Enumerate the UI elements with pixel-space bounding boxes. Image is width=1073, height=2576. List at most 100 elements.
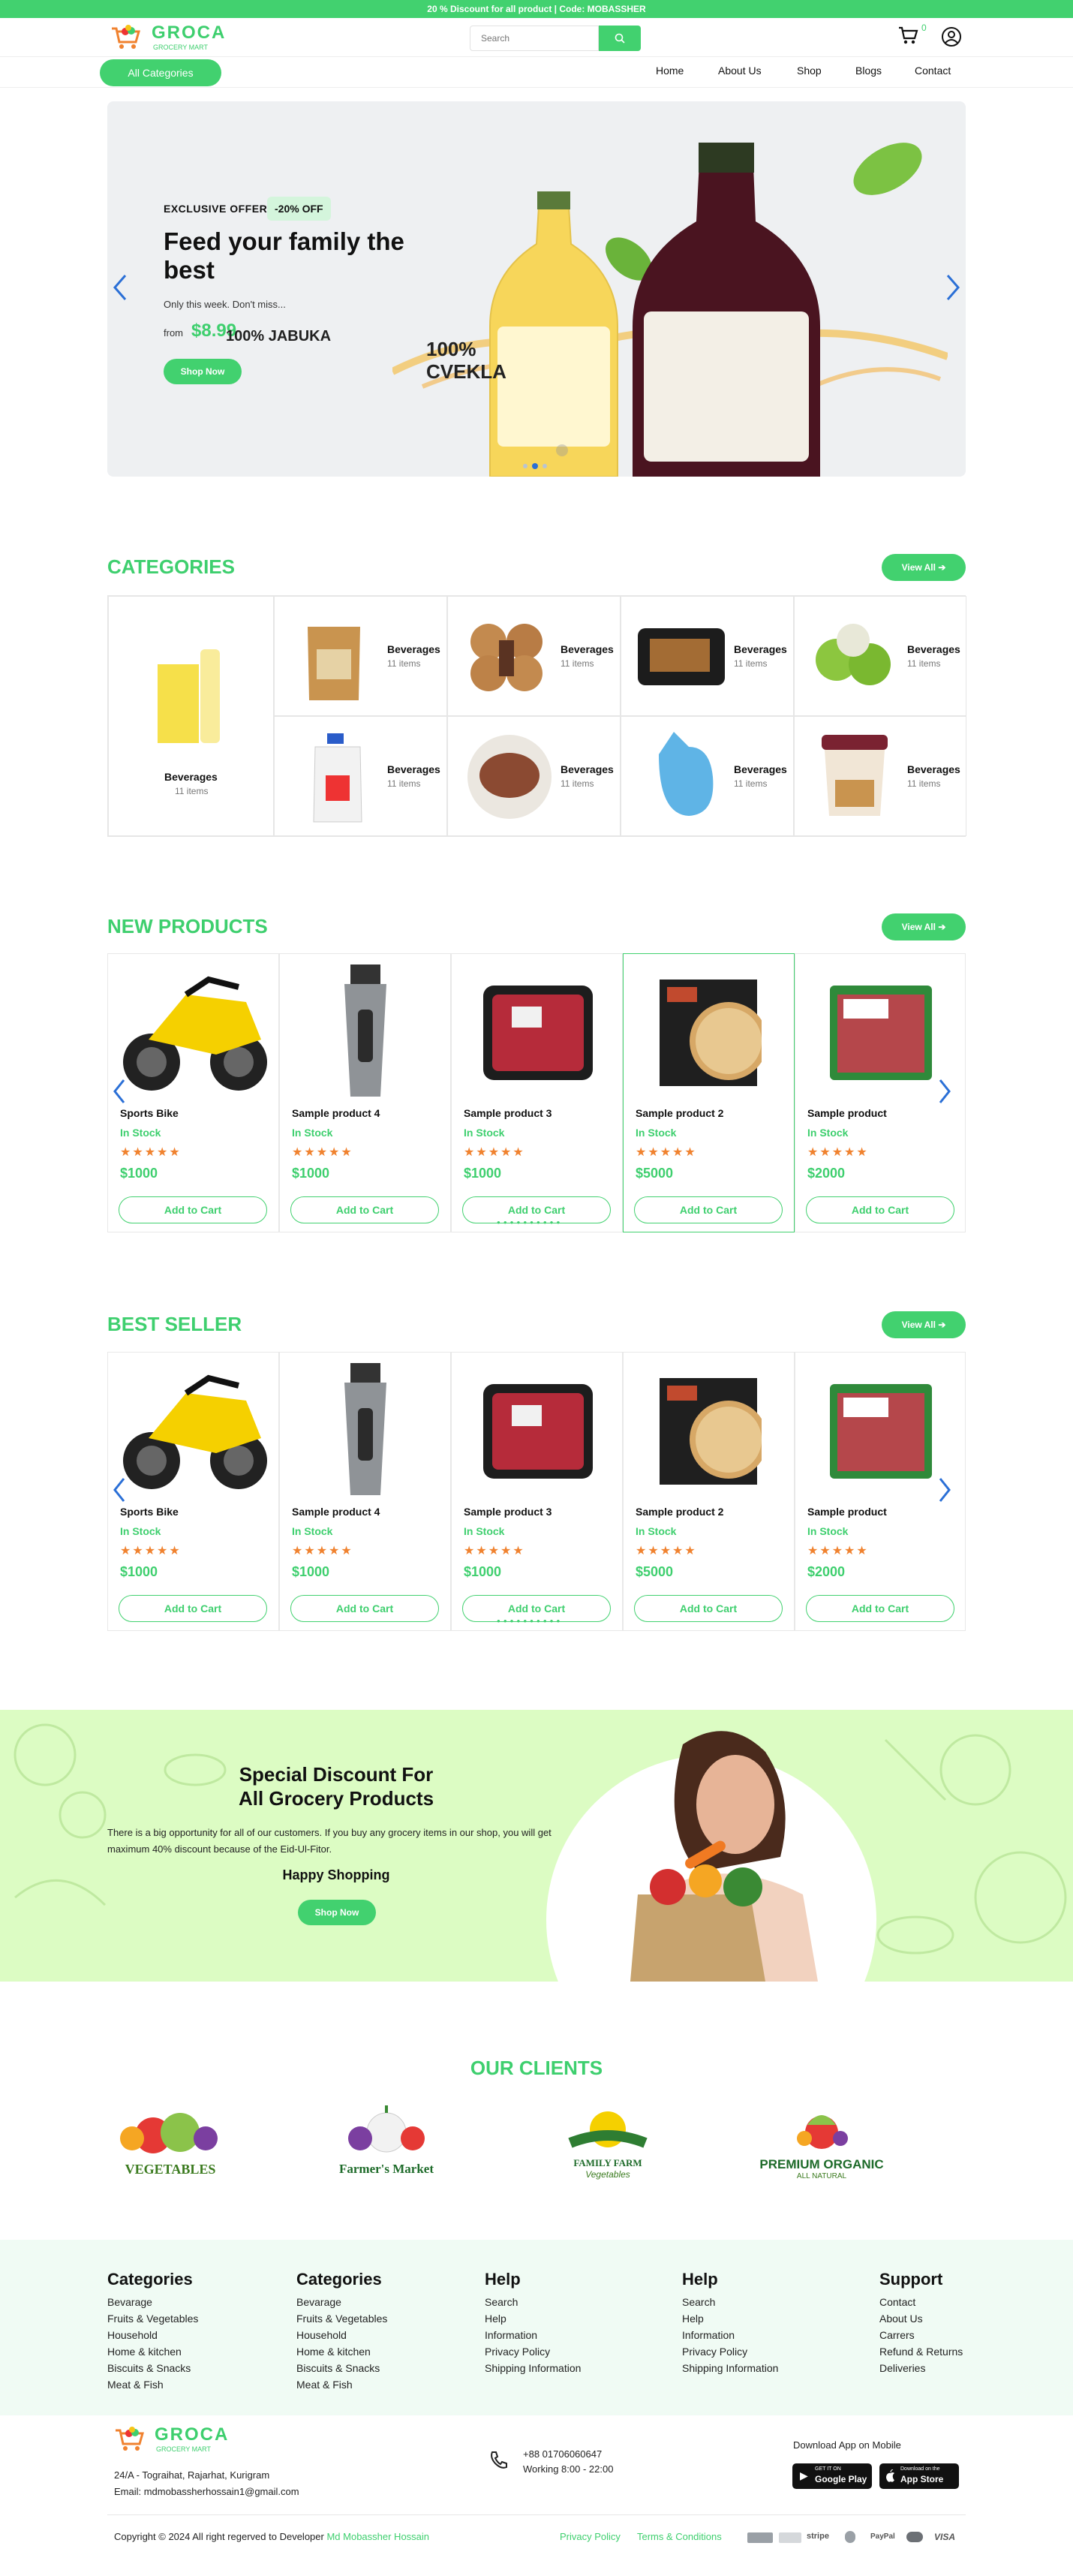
hero-discount-badge: -20% OFF bbox=[267, 197, 331, 221]
footer-link[interactable]: Carrers bbox=[879, 2327, 963, 2343]
footer-link[interactable]: Search bbox=[485, 2294, 581, 2310]
add-to-cart-button[interactable]: Add to Cart bbox=[119, 1595, 267, 1622]
footer-link[interactable]: Privacy Policy bbox=[485, 2343, 581, 2360]
account-button[interactable] bbox=[941, 26, 962, 47]
app-store-button[interactable]: Download on the App Store bbox=[879, 2463, 959, 2489]
google-play-button[interactable]: ▶ GET IT ON Google Play bbox=[792, 2463, 872, 2489]
footer-link[interactable]: Bevarage bbox=[296, 2294, 387, 2310]
category-card[interactable]: Beverages 11 items bbox=[621, 716, 794, 836]
hero-shop-now-button[interactable]: Shop Now bbox=[164, 359, 242, 384]
best-seller-next-arrow[interactable] bbox=[937, 1476, 952, 1508]
vegetables-logo-icon bbox=[120, 2113, 218, 2153]
product-name: Sample product 4 bbox=[292, 1107, 380, 1119]
product-card[interactable]: Sample product 4 In Stock ★★★★★ $1000 Ad… bbox=[279, 1352, 451, 1631]
hero-dot-active[interactable] bbox=[532, 463, 538, 469]
category-card[interactable]: Beverages 11 items bbox=[274, 596, 447, 716]
nav-home[interactable]: Home bbox=[656, 65, 684, 77]
footer-link[interactable]: Help bbox=[682, 2310, 778, 2327]
product-card[interactable]: Sample product 2 In Stock ★★★★★ $5000 Ad… bbox=[623, 1352, 795, 1631]
hero-pagination[interactable] bbox=[523, 463, 550, 469]
hero-dot[interactable] bbox=[543, 464, 547, 468]
promo-body: There is a big opportunity for all of ou… bbox=[107, 1827, 552, 1855]
terms-link[interactable]: Terms & Conditions bbox=[637, 2531, 722, 2542]
promo-shop-now-button[interactable]: Shop Now bbox=[298, 1900, 376, 1925]
footer-link[interactable]: Fruits & Vegetables bbox=[107, 2310, 198, 2327]
nav-about[interactable]: About Us bbox=[718, 65, 762, 77]
developer-link[interactable]: Md Mobassher Hossain bbox=[326, 2531, 429, 2542]
footer-link[interactable]: Contact bbox=[879, 2294, 963, 2310]
footer-link[interactable]: Meat & Fish bbox=[107, 2376, 198, 2393]
category-card-featured[interactable]: Beverages 11 items bbox=[108, 596, 274, 836]
cart-button[interactable]: 0 bbox=[897, 23, 927, 48]
new-products-view-all-button[interactable]: View All ➔ bbox=[882, 913, 966, 940]
add-to-cart-button[interactable]: Add to Cart bbox=[634, 1196, 783, 1223]
category-name: Beverages bbox=[387, 763, 440, 775]
footer-link[interactable]: Shipping Information bbox=[485, 2360, 581, 2376]
view-all-label: View All bbox=[901, 922, 936, 932]
client-logo[interactable]: PREMIUM ORGANIC ALL NATURAL bbox=[758, 2105, 885, 2188]
footer-link[interactable]: Bevarage bbox=[107, 2294, 198, 2310]
footer-link[interactable]: Deliveries bbox=[879, 2360, 963, 2376]
nav-contact[interactable]: Contact bbox=[915, 65, 951, 77]
add-to-cart-button[interactable]: Add to Cart bbox=[634, 1595, 783, 1622]
address: 24/A - Tograihat, Rajarhat, Kurigram bbox=[114, 2469, 270, 2481]
best-seller-prev-arrow[interactable] bbox=[112, 1476, 127, 1508]
hero-dot[interactable] bbox=[523, 464, 527, 468]
ground-beef-pack-image bbox=[830, 986, 932, 1080]
footer-link[interactable]: Privacy Policy bbox=[682, 2343, 778, 2360]
phone-number[interactable]: +88 01706060647 bbox=[523, 2448, 602, 2460]
footer-link[interactable]: Information bbox=[485, 2327, 581, 2343]
category-card[interactable]: Beverages 11 items bbox=[447, 716, 621, 836]
client-logo[interactable]: FAMILY FARM Vegetables bbox=[555, 2105, 660, 2188]
category-card[interactable]: Beverages 11 items bbox=[794, 596, 966, 716]
footer-link[interactable]: Refund & Returns bbox=[879, 2343, 963, 2360]
product-card[interactable]: Sample product 4 In Stock ★★★★★ $1000 Ad… bbox=[279, 953, 451, 1232]
product-card[interactable]: Sports Bike In Stock ★★★★★ $1000 Add to … bbox=[107, 1352, 279, 1631]
products-next-arrow[interactable] bbox=[937, 1078, 952, 1109]
hero-prev-arrow[interactable] bbox=[112, 272, 128, 307]
footer-link[interactable]: Information bbox=[682, 2327, 778, 2343]
footer-link[interactable]: Household bbox=[296, 2327, 387, 2343]
product-name: Sample product 3 bbox=[464, 1506, 552, 1518]
hero-next-arrow[interactable] bbox=[945, 272, 961, 307]
nav-blogs[interactable]: Blogs bbox=[855, 65, 882, 77]
best-seller-view-all-button[interactable]: View All ➔ bbox=[882, 1311, 966, 1338]
product-card[interactable]: Sports Bike In Stock ★★★★★ $1000 Add to … bbox=[107, 953, 279, 1232]
add-to-cart-button[interactable]: Add to Cart bbox=[806, 1595, 954, 1622]
footer-link[interactable]: Fruits & Vegetables bbox=[296, 2310, 387, 2327]
footer-link[interactable]: Help bbox=[485, 2310, 581, 2327]
product-card[interactable]: Sample product 3 In Stock ★★★★★ $1000 Ad… bbox=[451, 1352, 623, 1631]
category-card[interactable]: Beverages 11 items bbox=[447, 596, 621, 716]
category-card[interactable]: Beverages 11 items bbox=[274, 716, 447, 836]
search-input[interactable] bbox=[470, 26, 599, 51]
new-products-title: NEW PRODUCTS bbox=[107, 915, 268, 937]
carousel-dots[interactable]: ●●●●●●●●●● bbox=[497, 1219, 563, 1226]
all-categories-button[interactable]: All Categories bbox=[100, 59, 221, 86]
footer-link[interactable]: Search bbox=[682, 2294, 778, 2310]
client-logo[interactable]: VEGETABLES bbox=[114, 2105, 227, 2188]
add-to-cart-button[interactable]: Add to Cart bbox=[119, 1196, 267, 1223]
carousel-dots[interactable]: ●●●●●●●●●● bbox=[497, 1618, 563, 1624]
footer-link[interactable]: Home & kitchen bbox=[296, 2343, 387, 2360]
add-to-cart-button[interactable]: Add to Cart bbox=[806, 1196, 954, 1223]
product-card-active[interactable]: Sample product 2 In Stock ★★★★★ $5000 Ad… bbox=[623, 953, 795, 1232]
footer-link[interactable]: Household bbox=[107, 2327, 198, 2343]
footer-link[interactable]: Biscuits & Snacks bbox=[107, 2360, 198, 2376]
category-card[interactable]: Beverages 11 items bbox=[794, 716, 966, 836]
footer-link[interactable]: Shipping Information bbox=[682, 2360, 778, 2376]
nav-shop[interactable]: Shop bbox=[797, 65, 822, 77]
privacy-policy-link[interactable]: Privacy Policy bbox=[560, 2531, 621, 2542]
client-logo[interactable]: Farmer's Market bbox=[323, 2105, 450, 2188]
footer-link[interactable]: Meat & Fish bbox=[296, 2376, 387, 2393]
categories-view-all-button[interactable]: View All ➔ bbox=[882, 554, 966, 581]
add-to-cart-button[interactable]: Add to Cart bbox=[290, 1196, 439, 1223]
footer-link[interactable]: About Us bbox=[879, 2310, 963, 2327]
product-card[interactable]: Sample product 3 In Stock ★★★★★ $1000 Ad… bbox=[451, 953, 623, 1232]
products-prev-arrow[interactable] bbox=[112, 1078, 127, 1109]
category-card[interactable]: Beverages 11 items bbox=[621, 596, 794, 716]
category-image bbox=[638, 628, 725, 685]
footer-link[interactable]: Home & kitchen bbox=[107, 2343, 198, 2360]
footer-link[interactable]: Biscuits & Snacks bbox=[296, 2360, 387, 2376]
add-to-cart-button[interactable]: Add to Cart bbox=[290, 1595, 439, 1622]
search-button[interactable] bbox=[599, 26, 641, 51]
